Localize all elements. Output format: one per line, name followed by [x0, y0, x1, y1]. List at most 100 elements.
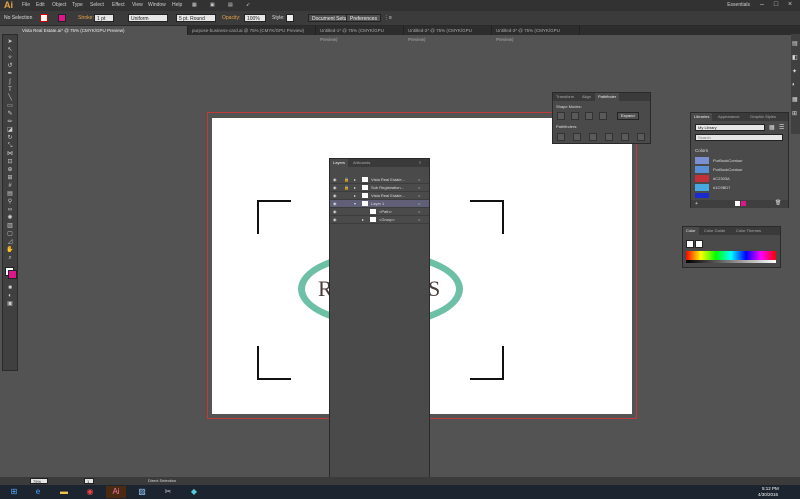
tab-graphic-styles[interactable]: Graphic Styles [747, 113, 779, 121]
tab-transform[interactable]: Transform [553, 93, 577, 101]
variable-width-profile[interactable]: Uniform [128, 14, 168, 22]
chrome-icon[interactable]: ◉ [80, 486, 100, 498]
app-taskbar-icon[interactable]: ◆ [184, 486, 204, 498]
target-icon[interactable]: ○ [418, 208, 420, 216]
slice-tool-icon[interactable]: ◿ [6, 239, 14, 245]
menu-object[interactable]: Object [52, 2, 66, 8]
stock-icon[interactable]: ▣ [210, 2, 215, 8]
list-view-icon[interactable]: ☰ [779, 124, 784, 131]
menu-help[interactable]: Help [172, 2, 182, 8]
dock-panel-icon[interactable]: ◐ [792, 82, 796, 88]
perspective-grid-tool-icon[interactable]: ⊞ [6, 175, 14, 181]
fill-swatch-small[interactable] [735, 201, 740, 206]
current-tool-status[interactable]: Direct Selection [148, 477, 176, 485]
layer-name[interactable]: Sub Registration... [371, 184, 404, 192]
intersect-icon[interactable] [585, 112, 593, 120]
tab-purpose-business-card[interactable]: purpose-business-card.ai @ 75% (CMYK/GPU… [188, 26, 316, 35]
layer-name[interactable]: Vista Real Estate... [371, 192, 405, 200]
target-icon[interactable]: ○ [418, 176, 420, 184]
minimize-icon[interactable]: – [757, 1, 767, 9]
ie-icon[interactable]: e [28, 486, 48, 498]
library-dropdown[interactable]: My Library [695, 124, 765, 131]
stroke-swatch-small[interactable] [741, 201, 746, 206]
opacity-label[interactable]: Opacity: [222, 14, 240, 22]
menu-effect[interactable]: Effect [112, 2, 125, 8]
merge-icon[interactable] [589, 133, 597, 141]
lock-icon[interactable]: 🔒 [344, 176, 349, 184]
stroke-label[interactable]: Stroke: [78, 14, 94, 22]
screen-mode-icon[interactable]: ▣ [6, 301, 14, 307]
expand-chevron-icon[interactable]: ▸ [354, 192, 356, 200]
dock-panel-icon[interactable]: ▦ [792, 96, 798, 103]
illustrator-taskbar-icon[interactable]: Ai [106, 486, 126, 498]
grayscale-ramp[interactable] [686, 260, 776, 263]
layer-row[interactable]: ◉ ▸ <Group> ○ [330, 216, 429, 224]
layer-name[interactable]: Vista Real Estate... [371, 176, 405, 184]
magic-wand-tool-icon[interactable]: ✧ [6, 55, 14, 61]
tab-color-themes[interactable]: Color Themes [733, 227, 764, 235]
tab-vista-real-estate[interactable]: Vista Real Estate.ai* @ 75% (CMYK/GPU Pr… [18, 26, 188, 35]
width-tool-icon[interactable]: ⋈ [6, 151, 14, 157]
menu-edit[interactable]: Edit [36, 2, 45, 8]
stroke-color-icon[interactable] [8, 270, 17, 279]
line-tool-icon[interactable]: ╲ [6, 95, 14, 101]
stroke-swatch-small[interactable] [695, 240, 703, 248]
graph-tool-icon[interactable]: ▥ [6, 223, 14, 229]
grid-view-icon[interactable]: ▦ [769, 124, 775, 131]
library-color-item[interactable]: #C2303A [695, 175, 783, 183]
start-button-icon[interactable]: ⊞ [4, 486, 24, 498]
curvature-tool-icon[interactable]: ∫ [6, 79, 14, 85]
menu-type[interactable]: Type [72, 2, 83, 8]
artboard-tool-icon[interactable]: ▢ [6, 231, 14, 237]
trim-icon[interactable] [573, 133, 581, 141]
minus-back-icon[interactable] [637, 133, 645, 141]
artboard-number-field[interactable]: 1 [84, 478, 94, 484]
tab-layers[interactable]: Layers [330, 159, 349, 167]
expand-chevron-icon[interactable]: ▸ [354, 176, 356, 184]
opacity-field[interactable]: 100% [244, 14, 266, 22]
library-search-input[interactable]: Search [695, 134, 783, 141]
menu-select[interactable]: Select [90, 2, 104, 8]
dock-panel-icon[interactable]: ▤ [792, 40, 798, 47]
clock-time[interactable]: 5:12 PM [762, 486, 779, 491]
stroke-swatch[interactable] [58, 14, 66, 22]
rotate-tool-icon[interactable]: ↻ [6, 135, 14, 141]
eyedropper-tool-icon[interactable]: ⚲ [6, 199, 14, 205]
expand-chevron-icon[interactable]: ▸ [362, 216, 364, 224]
tab-color-guide[interactable]: Color Guide [701, 227, 728, 235]
visibility-eye-icon[interactable]: ◉ [333, 184, 337, 192]
expand-chevron-icon[interactable]: ▸ [354, 184, 356, 192]
panel-menu-icon[interactable]: ≡ [416, 159, 424, 167]
target-icon[interactable]: ○ [418, 200, 420, 208]
eraser-tool-icon[interactable]: ◪ [6, 127, 14, 133]
selection-tool-icon[interactable]: ➤ [6, 39, 14, 45]
symbol-sprayer-tool-icon[interactable]: ✺ [6, 215, 14, 221]
bridge-icon[interactable]: ▦ [192, 2, 197, 8]
target-icon[interactable]: ○ [418, 192, 420, 200]
blend-tool-icon[interactable]: ∞ [6, 207, 14, 213]
menu-window[interactable]: Window [148, 2, 166, 8]
trash-icon[interactable]: 🗑 [775, 200, 781, 206]
hand-tool-icon[interactable]: ✋ [6, 247, 14, 253]
pencil-tool-icon[interactable]: ✏ [6, 119, 14, 125]
menu-view[interactable]: View [132, 2, 143, 8]
zoom-tool-icon[interactable]: ⌕ [6, 255, 14, 261]
dock-panel-icon[interactable]: ✦ [792, 68, 797, 75]
shape-builder-tool-icon[interactable]: ⊕ [6, 167, 14, 173]
tab-untitled-1[interactable]: Untitled-1* @ 75% (CMYK/GPU Preview) [316, 26, 404, 42]
crop-icon[interactable] [605, 133, 613, 141]
photos-icon[interactable]: ▨ [132, 486, 152, 498]
outline-icon[interactable] [621, 133, 629, 141]
layer-row[interactable]: ◉ 🔒 ▸ Sub Registration... ○ [330, 184, 429, 192]
minus-front-icon[interactable] [571, 112, 579, 120]
gradient-tool-icon[interactable]: ▤ [6, 191, 14, 197]
target-icon[interactable]: ○ [418, 216, 420, 224]
pen-tool-icon[interactable]: ✒ [6, 71, 14, 77]
layer-name[interactable]: Layer 1 [371, 200, 384, 208]
mesh-tool-icon[interactable]: # [6, 183, 14, 189]
tab-libraries[interactable]: Libraries [691, 113, 713, 121]
visibility-eye-icon[interactable]: ◉ [333, 208, 337, 216]
expand-chevron-icon[interactable]: ▾ [354, 200, 356, 208]
gpu-rocket-icon[interactable]: ➶ [246, 2, 250, 8]
maximize-icon[interactable]: □ [771, 1, 781, 9]
